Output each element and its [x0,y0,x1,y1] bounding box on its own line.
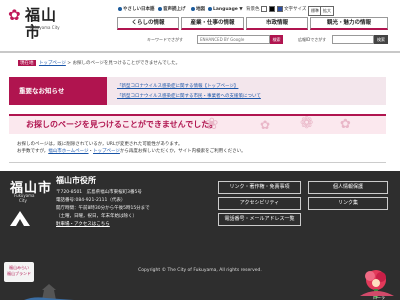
utility-bar: やさしい日本語 音声読上げ 地図 Language ▼ 背景色 文字サイズ 標準… [118,6,398,16]
error-line-1: お探しのページは，既に削除されているか，URLが変更された可能性があります。 [17,142,183,147]
city-emblem-icon [10,211,30,226]
map-pin-icon [191,6,195,11]
copyright: Copyright © The City of Fukuyama, All ri… [138,268,262,273]
fukuyama-brand-banner[interactable]: 福山みらい 福山ブランド [4,262,34,282]
footer-access-link[interactable]: 駐車場・アクセスはこちら [56,222,110,227]
page-id-button[interactable]: 検索 [374,35,388,44]
footer-link-copyright[interactable]: リンク・著作権・免責事項 [218,181,301,194]
nav-municipal[interactable]: 市政情報 [246,17,308,30]
breadcrumb-tag: 現在地 [18,60,36,66]
bg-color-blue[interactable] [277,6,283,16]
page-id-label: 広報IDでさがす [298,37,327,42]
footer-tel: 電話番号:084-921-2111（代表） [56,198,126,203]
error-line-2: お手数ですが，福山市ホームページ・トップページから再度お探しいただくか，サイト内… [17,149,246,154]
logo-subtitle: Fukuyama City [30,25,60,30]
svg-text:ローラ: ローラ [373,294,385,300]
bullet-icon [118,6,122,11]
footer-contact: 福山市役所 〒720-8501 広島県福山市東桜町3番5号 電話番号:084-9… [56,176,150,229]
font-large-button[interactable]: 拡大 [320,6,334,16]
footer-link-accessibility[interactable]: アクセシビリティ [218,197,301,210]
footer-address: 〒720-8501 広島県福山市東桜町3番5号 [56,190,142,195]
notice-link-covid-support[interactable]: 「新型コロナウイルス感染症に関する市民・事業者への支援策について [117,92,261,102]
castle-tower-icon [24,284,74,300]
notice-links: 「新型コロナウイルス感染症に関する情報【トップページ】 「新型コロナウイルス感染… [117,82,261,102]
voice-link[interactable]: 音声読上げ [158,6,186,14]
rose-deco-icon: ✿ [260,118,271,132]
footer-link-links[interactable]: リンク集 [308,197,388,210]
language-link[interactable]: Language ▼ [208,6,243,14]
footer-hours: 開庁時間：午前8時30分から午後5時15分まで [56,206,150,211]
nav-tourism[interactable]: 観光・魅力の情報 [310,17,388,30]
breadcrumb-current: お探しのページを見つけることができませんでした。 [72,61,181,66]
footer-city-office: 福山市役所 [56,176,96,185]
footer-hours-note: （土曜，日曜，祝日，年末年始は除く） [56,214,137,219]
error-body: お探しのページは，既に削除されているか，URLが変更された可能性があります。 お… [17,141,246,155]
nav-industry[interactable]: 産業・仕事の情報 [181,17,244,30]
keyword-search-label: キーワードでさがす [147,37,183,42]
footer-link-contacts[interactable]: 電話番号・メールアドレス一覧 [218,213,301,226]
globe-icon [208,6,212,11]
footer-link-privacy[interactable]: 個人情報保護 [308,181,388,194]
error-title: お探しのページを見つけることができませんでした。 [26,120,218,129]
top-page-link[interactable]: トップページ [93,149,120,154]
breadcrumb: 現在地 トップページ > お探しのページを見つけることができませんでした。 [18,60,180,66]
header-divider [0,51,400,53]
rose-deco-icon: ✿ [340,117,351,132]
easy-japanese-link[interactable]: やさしい日本語 [118,6,155,14]
rose-mascot-icon: ローラ [360,270,394,300]
bg-color-label: 背景色 [246,7,260,12]
page-id-input[interactable] [332,35,374,44]
keyword-search-button[interactable]: 検索 [270,35,283,44]
font-size-label: 文字サイズ [284,7,307,12]
city-homepage-link[interactable]: 福山市ホームページ [48,149,88,154]
nav-living[interactable]: くらしの情報 [117,17,179,30]
map-link[interactable]: 地図 [191,6,205,14]
footer-logo-subtitle: Fukuyama City [14,193,35,203]
notice-link-covid-info[interactable]: 「新型コロナウイルス感染症に関する情報【トップページ】 [117,82,261,92]
breadcrumb-separator: > [67,61,72,66]
site-logo[interactable]: ✿ 福山市 Fukuyama City [8,6,68,41]
bg-color-black[interactable] [269,6,275,16]
rose-logo-icon: ✿ [8,6,21,24]
keyword-search-input[interactable]: ENHANCED BY Google [197,35,270,44]
breadcrumb-home-link[interactable]: トップページ [39,61,66,66]
rose-deco-icon: ❁ [300,113,314,132]
logo-text: 福山市 [25,6,58,41]
bg-color-white[interactable] [261,6,267,16]
content-divider [9,162,386,163]
speaker-icon [158,6,162,11]
important-notice-heading: 重要なお知らせ [9,77,107,105]
